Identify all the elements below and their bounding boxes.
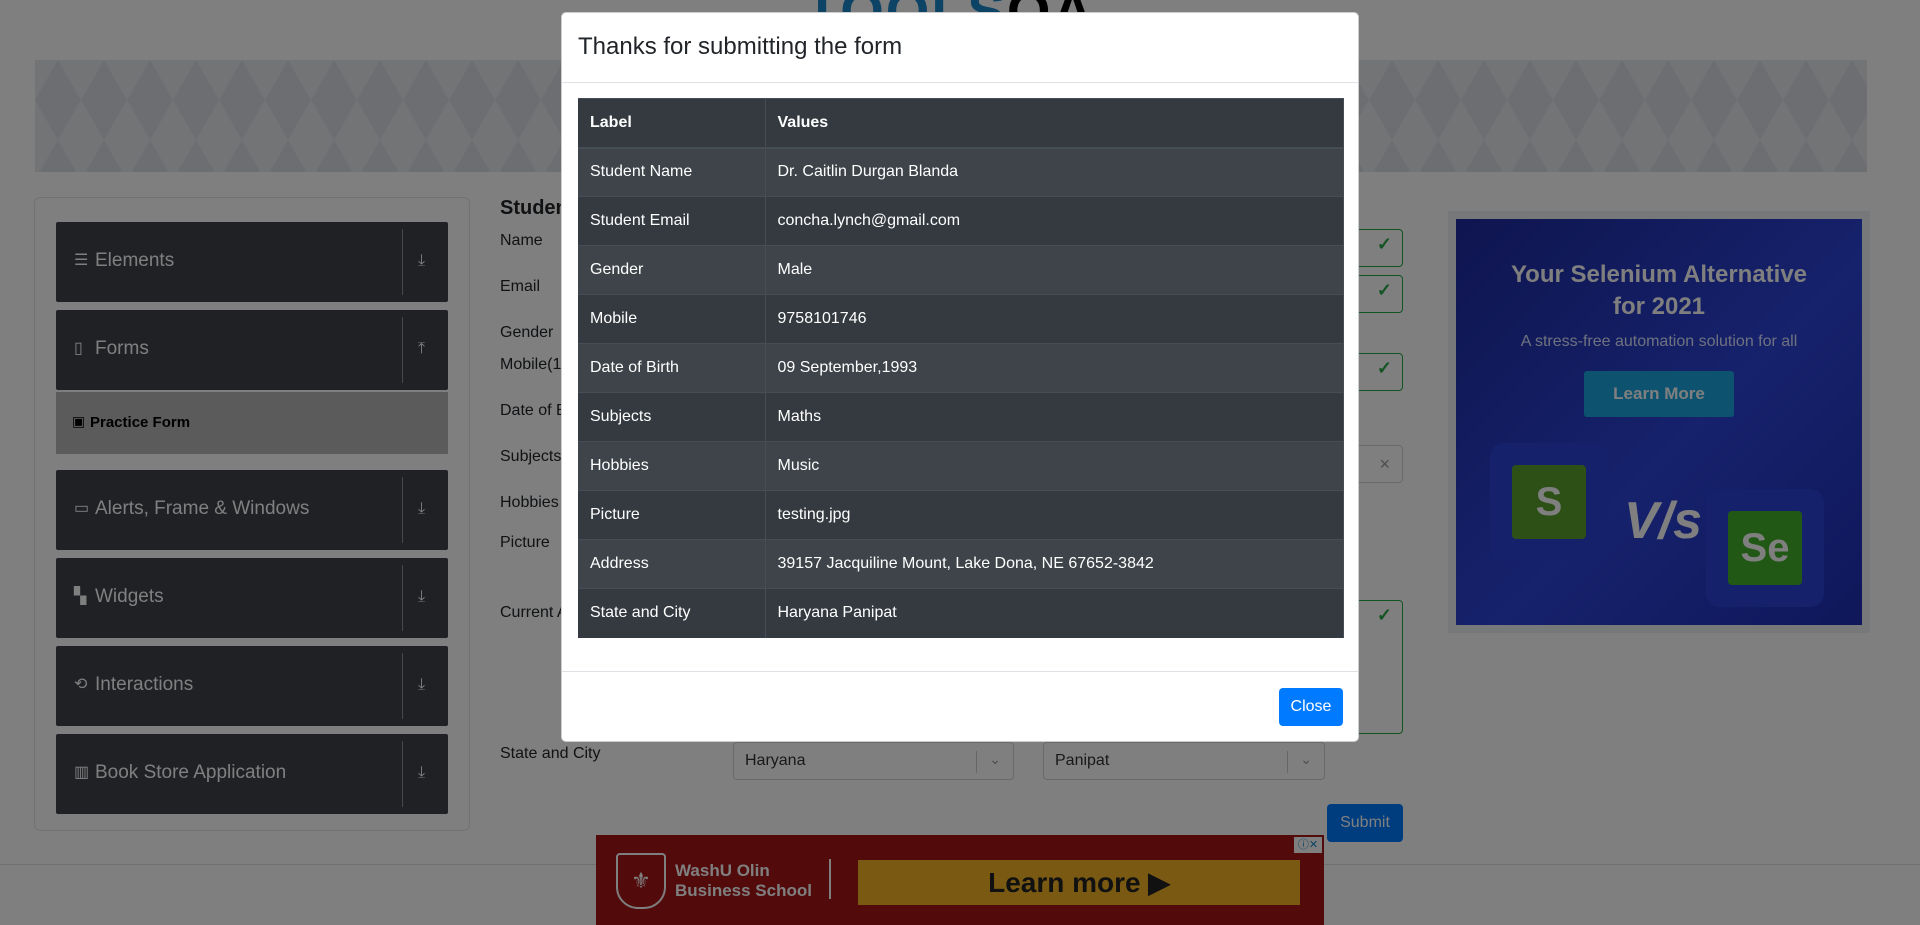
row-value: Haryana Panipat bbox=[765, 588, 1344, 638]
row-value: 09 September,1993 bbox=[765, 343, 1344, 393]
modal-body: Label Values Student Name Dr. Caitlin Dur… bbox=[578, 98, 1344, 638]
table-row: Gender Male bbox=[578, 245, 1344, 295]
row-label: Student Email bbox=[578, 196, 766, 246]
table-row: Student Email concha.lynch@gmail.com bbox=[578, 196, 1344, 246]
column-header-values: Values bbox=[765, 98, 1344, 149]
row-label: Subjects bbox=[578, 392, 766, 442]
row-label: Gender bbox=[578, 245, 766, 295]
column-header-label: Label bbox=[578, 98, 766, 149]
row-value: Maths bbox=[765, 392, 1344, 442]
modal-header: Thanks for submitting the form bbox=[562, 13, 1358, 83]
row-label: Picture bbox=[578, 490, 766, 540]
table-row: Student Name Dr. Caitlin Durgan Blanda bbox=[578, 147, 1344, 197]
row-value: testing.jpg bbox=[765, 490, 1344, 540]
row-value: Dr. Caitlin Durgan Blanda bbox=[765, 147, 1344, 197]
results-table: Label Values Student Name Dr. Caitlin Dur… bbox=[578, 98, 1344, 638]
row-value: concha.lynch@gmail.com bbox=[765, 196, 1344, 246]
row-label: Hobbies bbox=[578, 441, 766, 491]
table-row: Mobile 9758101746 bbox=[578, 294, 1344, 344]
row-label: Date of Birth bbox=[578, 343, 766, 393]
table-row: Date of Birth 09 September,1993 bbox=[578, 343, 1344, 393]
close-button[interactable]: Close bbox=[1279, 688, 1343, 726]
modal-title: Thanks for submitting the form bbox=[578, 33, 903, 60]
row-value: 39157 Jacquiline Mount, Lake Dona, NE 67… bbox=[765, 539, 1344, 589]
row-label: Mobile bbox=[578, 294, 766, 344]
table-row: Picture testing.jpg bbox=[578, 490, 1344, 540]
row-value: Male bbox=[765, 245, 1344, 295]
row-label: State and City bbox=[578, 588, 766, 638]
table-row: Subjects Maths bbox=[578, 392, 1344, 442]
row-label: Student Name bbox=[578, 147, 766, 197]
table-row: State and City Haryana Panipat bbox=[578, 588, 1344, 638]
modal-footer: Close bbox=[562, 671, 1358, 743]
row-value: 9758101746 bbox=[765, 294, 1344, 344]
row-value: Music bbox=[765, 441, 1344, 491]
table-row: Address 39157 Jacquiline Mount, Lake Dona… bbox=[578, 539, 1344, 589]
row-label: Address bbox=[578, 539, 766, 589]
submission-modal: Thanks for submitting the form Label Val… bbox=[561, 12, 1359, 742]
table-row: Hobbies Music bbox=[578, 441, 1344, 491]
table-header-row: Label Values bbox=[578, 98, 1344, 149]
